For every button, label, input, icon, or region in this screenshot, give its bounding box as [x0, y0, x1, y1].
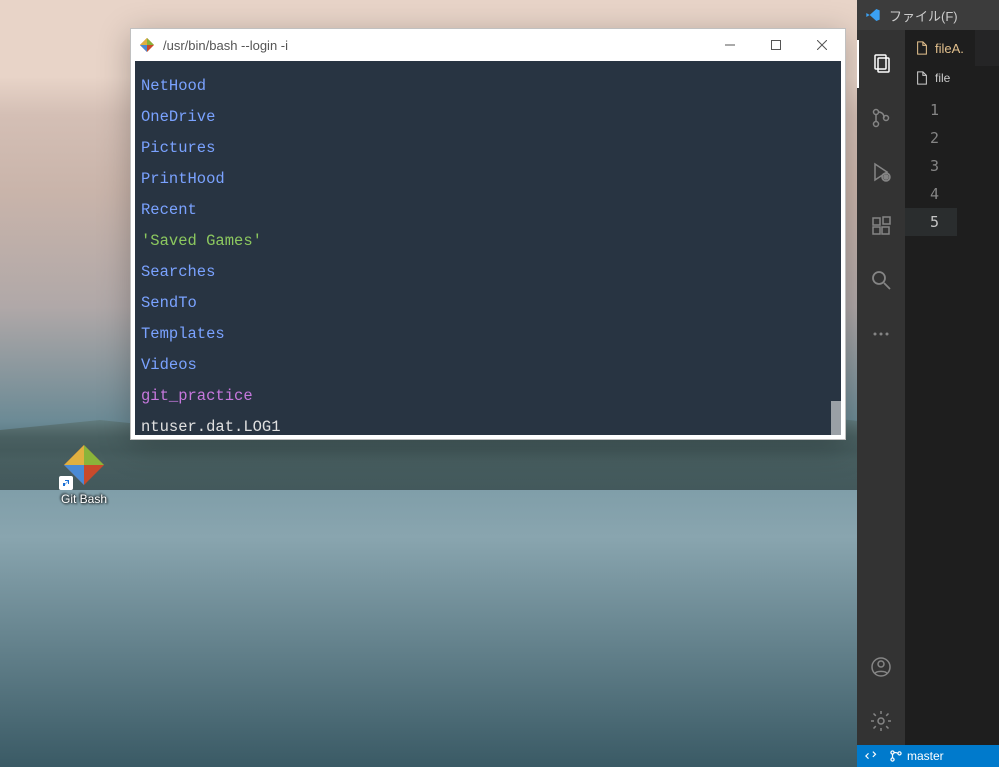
dir-entry: OneDrive	[141, 108, 215, 126]
file-entry: ntuser.dat.LOG1	[141, 418, 281, 436]
activity-accounts[interactable]	[857, 643, 905, 691]
git-terminal-icon	[139, 37, 155, 53]
dir-entry: git_practice	[141, 387, 253, 405]
scrollbar-thumb[interactable]	[831, 401, 841, 435]
dir-entry: SendTo	[141, 294, 197, 312]
line-number: 3	[905, 152, 957, 180]
activity-run-debug[interactable]	[857, 148, 905, 196]
menu-file[interactable]: ファイル(F)	[889, 6, 958, 25]
dir-entry: PrintHood	[141, 170, 225, 188]
maximize-button[interactable]	[753, 29, 799, 61]
tab-filea[interactable]: fileA.	[905, 30, 975, 66]
line-number-gutter: 1 2 3 4 5	[905, 90, 957, 745]
close-button[interactable]	[799, 29, 845, 61]
file-icon	[915, 41, 929, 55]
terminal-window: /usr/bin/bash --login -i NetHood OneDriv…	[130, 28, 846, 440]
activity-more[interactable]	[857, 310, 905, 358]
vscode-icon	[865, 7, 881, 23]
terminal-body[interactable]: NetHood OneDrive Pictures PrintHood Rece…	[135, 61, 841, 435]
dir-entry: Templates	[141, 325, 225, 343]
dir-entry: NetHood	[141, 77, 206, 95]
line-number: 1	[905, 96, 957, 124]
file-icon	[915, 71, 929, 85]
desktop-icon-git-bash[interactable]: Git Bash	[44, 442, 124, 506]
activity-search[interactable]	[857, 256, 905, 304]
desktop-icon-label: Git Bash	[44, 492, 124, 506]
activity-extensions[interactable]	[857, 202, 905, 250]
remote-icon	[865, 749, 879, 763]
activity-explorer[interactable]	[857, 40, 905, 88]
status-branch-name: master	[907, 749, 944, 763]
dir-entry: 'Saved Games'	[141, 232, 262, 250]
vscode-window: ファイル(F)	[857, 0, 999, 767]
editor-area: fileA. file 1 2 3 4 5	[905, 30, 999, 745]
titlebar[interactable]: /usr/bin/bash --login -i	[131, 29, 845, 61]
line-number: 4	[905, 180, 957, 208]
window-title: /usr/bin/bash --login -i	[163, 38, 707, 53]
activity-bar	[857, 30, 905, 745]
dir-entry: Recent	[141, 201, 197, 219]
tab-label: fileA.	[935, 41, 964, 56]
line-number: 5	[905, 208, 957, 236]
branch-icon	[889, 749, 903, 763]
shortcut-arrow-icon	[59, 476, 73, 490]
breadcrumb-row: file	[905, 66, 999, 90]
vscode-titlebar[interactable]: ファイル(F)	[857, 0, 999, 30]
breadcrumb-file[interactable]: file	[935, 71, 950, 85]
vscode-statusbar[interactable]: master	[857, 745, 999, 767]
dir-entry: Searches	[141, 263, 215, 281]
status-branch[interactable]: master	[889, 749, 944, 763]
dir-entry: Videos	[141, 356, 197, 374]
activity-source-control[interactable]	[857, 94, 905, 142]
minimize-button[interactable]	[707, 29, 753, 61]
dir-entry: Pictures	[141, 139, 215, 157]
line-number: 2	[905, 124, 957, 152]
editor-tabs: fileA.	[905, 30, 999, 66]
git-bash-icon	[61, 442, 107, 488]
activity-settings[interactable]	[857, 697, 905, 745]
